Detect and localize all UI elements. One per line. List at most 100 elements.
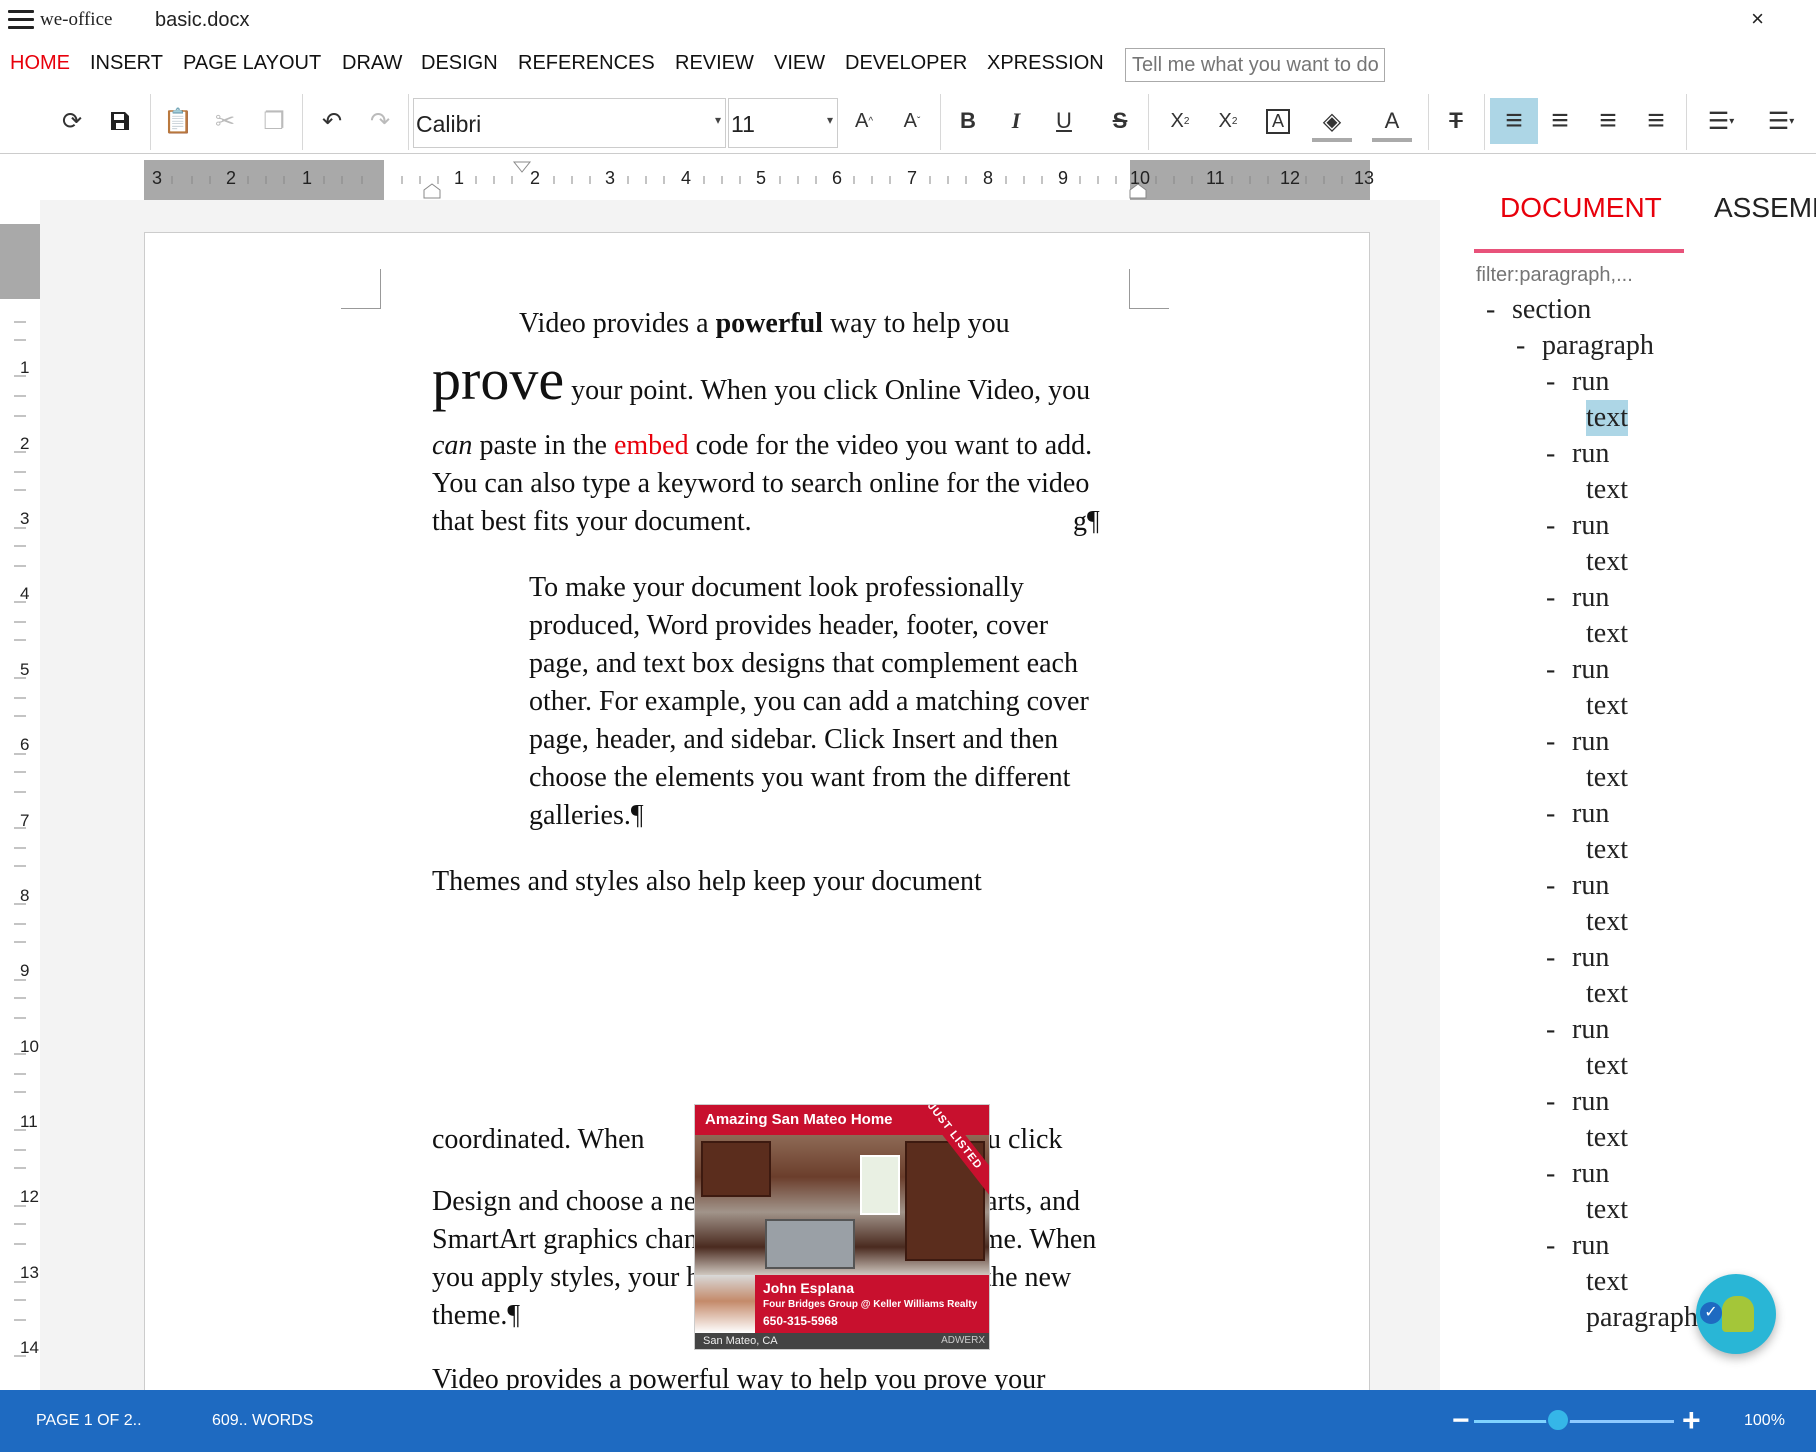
underline-icon[interactable]: U xyxy=(1044,98,1084,144)
subscript-icon[interactable]: X2 xyxy=(1160,98,1200,144)
cut-icon[interactable]: ✂ xyxy=(205,98,245,144)
tree-collapse-toggle[interactable]: - xyxy=(1486,292,1512,328)
tree-node-run[interactable]: - run xyxy=(1546,796,1609,832)
tree-node-text[interactable]: text xyxy=(1586,544,1628,580)
tree-collapse-toggle[interactable]: - xyxy=(1546,1156,1572,1192)
tab-draw[interactable]: DRAW xyxy=(342,52,402,75)
tree-collapse-toggle[interactable]: - xyxy=(1546,1084,1572,1120)
embedded-ad-image[interactable]: Amazing San Mateo Home JUST LISTED John … xyxy=(694,1104,990,1350)
tree-collapse-toggle[interactable]: - xyxy=(1546,652,1572,688)
tree-node-text[interactable]: text xyxy=(1586,760,1628,796)
tree-node-text[interactable]: text xyxy=(1586,688,1628,724)
redo-icon[interactable]: ↷ xyxy=(360,98,400,144)
assistant-fab[interactable]: ✓ xyxy=(1696,1274,1776,1354)
tree-node-run[interactable]: - run xyxy=(1546,364,1609,400)
tree-node-paragraph[interactable]: paragraph xyxy=(1586,1300,1698,1336)
tree-collapse-toggle[interactable]: - xyxy=(1546,436,1572,472)
tree-node-text[interactable]: text xyxy=(1586,832,1628,868)
paste-icon[interactable]: 📋 xyxy=(158,98,198,144)
tree-node-text[interactable]: text xyxy=(1586,1264,1628,1300)
tree-node-text[interactable]: text xyxy=(1586,400,1628,436)
close-icon[interactable]: × xyxy=(1751,6,1764,32)
superscript-icon[interactable]: X2 xyxy=(1208,98,1248,144)
tree-collapse-toggle[interactable]: - xyxy=(1516,328,1542,364)
tree-collapse-toggle[interactable]: - xyxy=(1546,508,1572,544)
undo-icon[interactable]: ↶ xyxy=(312,98,352,144)
tree-collapse-toggle[interactable]: - xyxy=(1546,796,1572,832)
bold-icon[interactable]: B xyxy=(948,98,988,144)
tree-node-run[interactable]: - run xyxy=(1546,1012,1609,1048)
tree-node-label: text xyxy=(1586,618,1628,649)
font-color-icon[interactable]: A xyxy=(1366,98,1418,144)
font-family-select[interactable]: Calibri ▾ xyxy=(413,98,726,148)
clear-format-icon[interactable]: T xyxy=(1436,98,1476,144)
zoom-slider[interactable] xyxy=(1474,1420,1674,1423)
ad-brand: ADWERX xyxy=(941,1335,985,1346)
tab-design[interactable]: DESIGN xyxy=(421,52,498,75)
filter-input[interactable] xyxy=(1474,258,1814,292)
zoom-slider-thumb[interactable] xyxy=(1546,1408,1570,1432)
tree-node-run[interactable]: - run xyxy=(1546,436,1609,472)
tree-collapse-toggle[interactable]: - xyxy=(1546,1228,1572,1264)
tab-assemble[interactable]: ASSEMBLE xyxy=(1714,192,1816,224)
tree-node-run[interactable]: - run xyxy=(1546,1228,1609,1264)
tree-collapse-toggle[interactable]: - xyxy=(1546,940,1572,976)
tree-node-run[interactable]: - run xyxy=(1546,508,1609,544)
tree-node-run[interactable]: - run xyxy=(1546,724,1609,760)
tree-node-text[interactable]: text xyxy=(1586,1048,1628,1084)
align-right-icon[interactable]: ≡ xyxy=(1588,98,1628,144)
tab-view[interactable]: VIEW xyxy=(774,52,825,75)
tree-node-run[interactable]: - run xyxy=(1546,940,1609,976)
tree-node-text[interactable]: text xyxy=(1586,1120,1628,1156)
italic-icon[interactable]: I xyxy=(996,98,1036,144)
zoom-in-button[interactable]: + xyxy=(1682,1402,1701,1439)
tab-home[interactable]: HOME xyxy=(10,52,70,75)
tree-node-section[interactable]: - section xyxy=(1486,292,1591,328)
font-size-select[interactable]: 11 ▾ xyxy=(728,98,838,148)
tab-developer[interactable]: DEVELOPER xyxy=(845,52,967,75)
tree-node-text[interactable]: text xyxy=(1586,904,1628,940)
tab-document[interactable]: DOCUMENT xyxy=(1500,192,1662,224)
tree-collapse-toggle[interactable]: - xyxy=(1546,1012,1572,1048)
vertical-ruler[interactable]: 1 2 3 4 5 6 7 8 9 10 11 12 13 14 xyxy=(0,224,40,1390)
refresh-icon[interactable]: ⟳ xyxy=(52,98,92,144)
strikethrough-icon[interactable]: S xyxy=(1100,98,1140,144)
tree-node-run[interactable]: - run xyxy=(1546,1084,1609,1120)
hamburger-menu-icon[interactable] xyxy=(8,10,34,30)
tree-collapse-toggle[interactable]: - xyxy=(1546,364,1572,400)
tree-node-text[interactable]: text xyxy=(1586,976,1628,1012)
horizontal-ruler[interactable]: 3 2 1 1 2 3 4 5 6 7 8 9 10 11 12 13 xyxy=(144,160,1374,200)
shrink-font-icon[interactable]: Aˇ xyxy=(892,98,932,144)
tree-node-text[interactable]: text xyxy=(1586,472,1628,508)
tree-node-run[interactable]: - run xyxy=(1546,580,1609,616)
numbered-list-icon[interactable]: ☰ ▾ xyxy=(1756,98,1806,144)
zoom-out-button[interactable]: − xyxy=(1452,1404,1470,1438)
tab-xpression[interactable]: XPRESSION xyxy=(987,52,1104,75)
tab-review[interactable]: REVIEW xyxy=(675,52,754,75)
ad-phone: 650-315-5968 xyxy=(763,1314,838,1328)
tree-collapse-toggle[interactable]: - xyxy=(1546,580,1572,616)
save-icon[interactable] xyxy=(100,98,140,144)
grow-font-icon[interactable]: A ^ xyxy=(844,98,884,144)
tree-node-run[interactable]: - run xyxy=(1546,652,1609,688)
tab-references[interactable]: REFERENCES xyxy=(518,52,655,75)
tree-node-paragraph[interactable]: - paragraph xyxy=(1516,328,1654,364)
justify-icon[interactable]: ≡ xyxy=(1636,98,1676,144)
tab-insert[interactable]: INSERT xyxy=(90,52,163,75)
tree-node-text[interactable]: text xyxy=(1586,616,1628,652)
align-left-icon[interactable]: ≡ xyxy=(1490,98,1538,144)
tab-page-layout[interactable]: PAGE LAYOUT xyxy=(183,52,321,75)
document-canvas[interactable]: Video provides a powerful way to help yo… xyxy=(40,200,1440,1432)
align-center-icon[interactable]: ≡ xyxy=(1540,98,1580,144)
tell-me-input[interactable] xyxy=(1125,48,1385,82)
copy-icon[interactable]: ❐ xyxy=(254,98,294,144)
bullet-list-icon[interactable]: ☰ ▾ xyxy=(1696,98,1746,144)
tree-node-text[interactable]: text xyxy=(1586,1192,1628,1228)
tree-node-run[interactable]: - run xyxy=(1546,1156,1609,1192)
tree-collapse-toggle[interactable]: - xyxy=(1546,868,1572,904)
textbox-icon[interactable]: A xyxy=(1258,98,1298,144)
fill-color-icon[interactable]: ◈ xyxy=(1306,98,1358,144)
tree-node-run[interactable]: - run xyxy=(1546,868,1609,904)
tree-collapse-toggle[interactable]: - xyxy=(1546,724,1572,760)
menu-bar: HOME INSERT PAGE LAYOUT DRAW DESIGN REFE… xyxy=(0,44,1816,86)
